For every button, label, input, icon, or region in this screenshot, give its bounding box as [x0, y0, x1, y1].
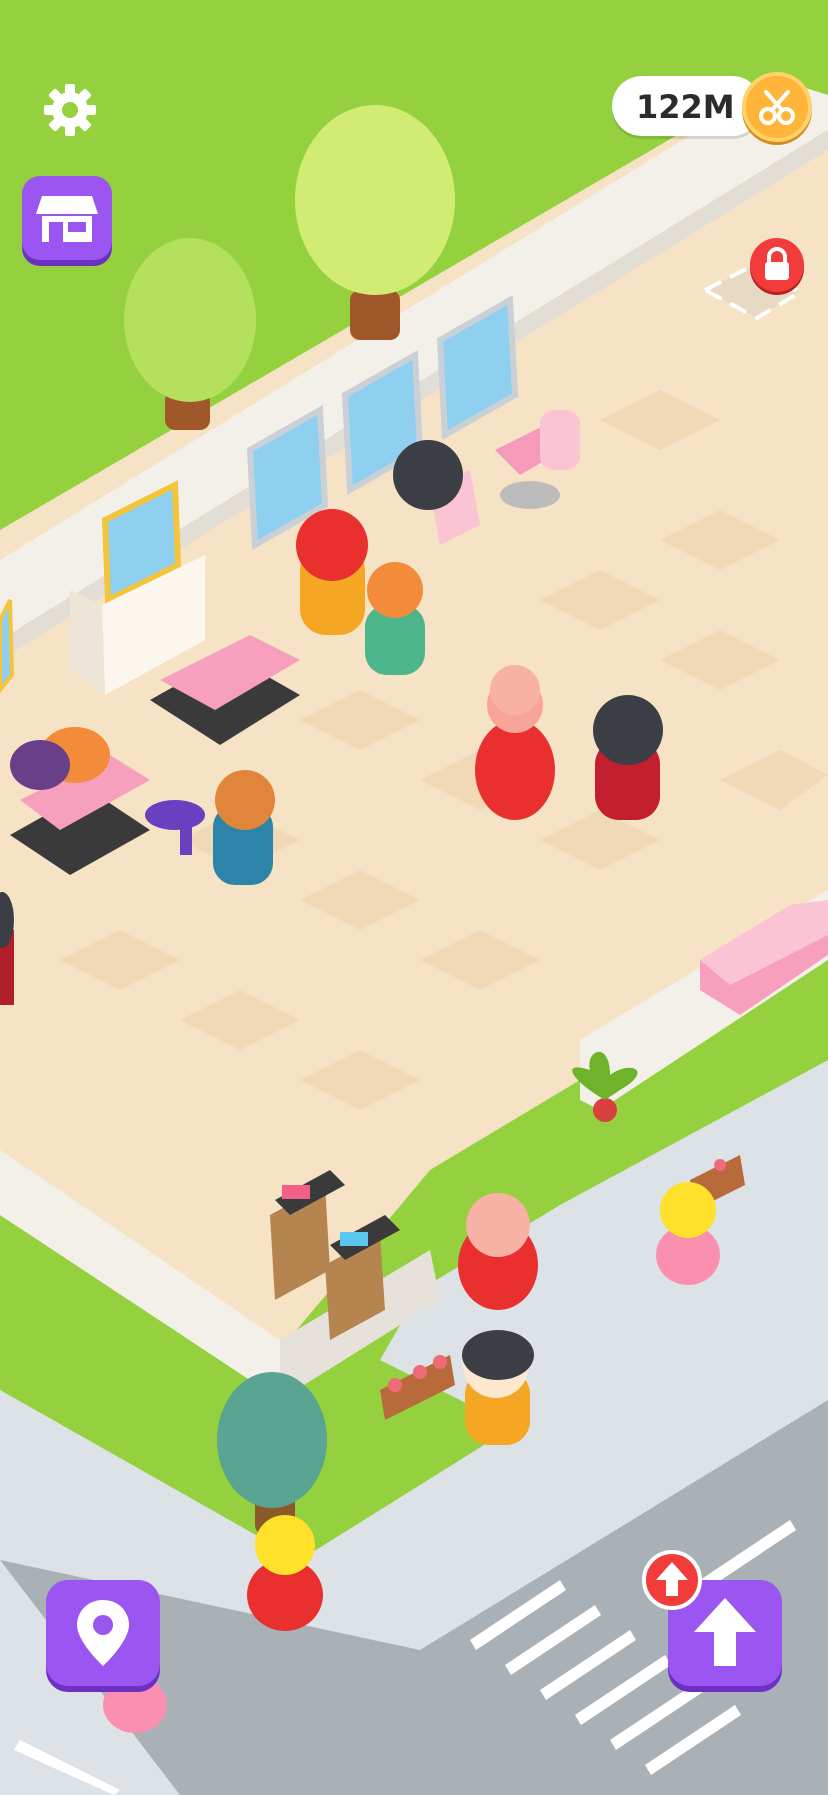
customer-character — [0, 892, 14, 1005]
gear-icon — [44, 84, 96, 136]
location-pin-icon — [77, 1600, 129, 1666]
game-scene — [0, 0, 828, 1795]
customer-character — [365, 562, 425, 675]
shop-icon — [36, 196, 98, 242]
scissors-coin-icon — [742, 72, 812, 142]
lock-icon — [765, 247, 789, 280]
map-button[interactable] — [46, 1580, 160, 1686]
coin-counter: 122M — [612, 76, 762, 136]
upgrade-notice-badge — [642, 1550, 702, 1610]
coin-amount: 122M — [636, 88, 735, 126]
customer-character — [393, 440, 463, 510]
settings-button[interactable] — [40, 80, 100, 140]
arrow-up-badge-icon — [656, 1562, 688, 1596]
stylist-character — [296, 509, 368, 635]
customer-character — [247, 1515, 323, 1631]
customer-character — [462, 1330, 534, 1445]
lock-badge[interactable] — [750, 238, 804, 292]
customer-character — [458, 1193, 538, 1310]
stylist-character — [593, 695, 663, 820]
shop-button[interactable] — [22, 176, 112, 260]
customer-character — [213, 770, 275, 885]
